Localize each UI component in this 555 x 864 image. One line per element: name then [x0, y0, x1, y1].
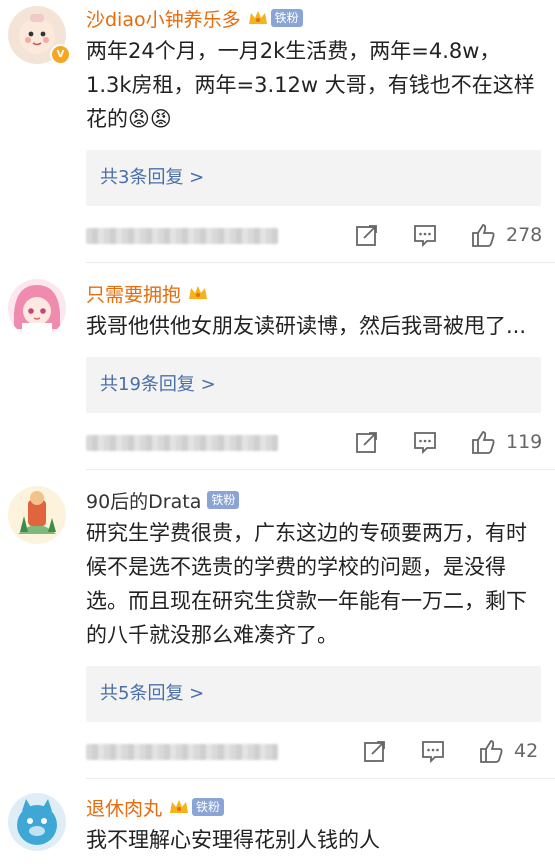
replies-link[interactable]: 共5条回复 > — [86, 666, 541, 722]
user-avatar[interactable] — [8, 279, 66, 337]
comment-actions: 278 — [86, 206, 543, 262]
avatar-image — [8, 486, 66, 544]
like-icon[interactable] — [470, 222, 496, 248]
avatar-image — [8, 793, 66, 851]
comment-item: 退休肉丸 铁粉 我不理解心安理得花别人钱的人 — [0, 779, 555, 857]
replies-link[interactable]: 共19条回复 > — [86, 357, 541, 413]
comment-icon[interactable] — [412, 222, 438, 248]
share-icon[interactable] — [354, 429, 380, 455]
comment-icon[interactable] — [420, 738, 446, 764]
comment-item: 只需要拥抱 我哥他供他女朋友读研读博，然后我哥被甩了... 共19条回复 > 1… — [0, 263, 555, 469]
comment-item: 90后的Drata 铁粉 研究生学费很贵，广东这边的专硕要两万，有时候不是选不选… — [0, 470, 555, 778]
like-count: 278 — [506, 224, 543, 246]
comment-text: 我哥他供他女朋友读研读博，然后我哥被甩了... — [86, 314, 527, 338]
fan-badge: 铁粉 — [270, 9, 303, 27]
like-count: 42 — [514, 740, 539, 762]
crown-icon — [189, 286, 208, 299]
user-avatar[interactable] — [8, 793, 66, 851]
comment-text: 研究生学费很贵，广东这边的专硕要两万，有时候不是选不选贵的学费的学校的问题，是没… — [86, 521, 527, 647]
fan-badge: 铁粉 — [207, 491, 240, 509]
blurred-timestamp — [86, 435, 278, 451]
comment-icon[interactable] — [412, 429, 438, 455]
replies-link[interactable]: 共3条回复 > — [86, 150, 541, 206]
comment-actions: 42 — [86, 722, 541, 778]
verified-icon: V — [50, 44, 71, 65]
blurred-timestamp — [86, 744, 278, 760]
share-icon[interactable] — [362, 738, 388, 764]
username[interactable]: 沙diao小钟养乐多 — [86, 5, 241, 32]
crown-icon — [170, 800, 189, 813]
crown-icon — [248, 11, 267, 24]
comment-actions: 119 — [86, 413, 543, 469]
like-count: 119 — [506, 431, 543, 453]
comment-text: 我不理解心安理得花别人钱的人 — [86, 828, 380, 852]
avatar-image — [8, 279, 66, 337]
username[interactable]: 只需要拥抱 — [86, 280, 181, 307]
blurred-timestamp — [86, 228, 278, 244]
like-icon[interactable] — [478, 738, 504, 764]
username[interactable]: 退休肉丸 — [86, 794, 162, 821]
like-icon[interactable] — [470, 429, 496, 455]
share-icon[interactable] — [354, 222, 380, 248]
user-avatar[interactable] — [8, 486, 66, 544]
comment-item: V 沙diao小钟养乐多 铁粉 两年24个月，一月2k生活费，两年=4.8w，1… — [0, 0, 555, 262]
username[interactable]: 90后的Drata — [86, 487, 201, 514]
fan-badge: 铁粉 — [192, 798, 225, 816]
comment-text: 两年24个月，一月2k生活费，两年=4.8w，1.3k房租，两年=3.12w 大… — [86, 39, 535, 131]
